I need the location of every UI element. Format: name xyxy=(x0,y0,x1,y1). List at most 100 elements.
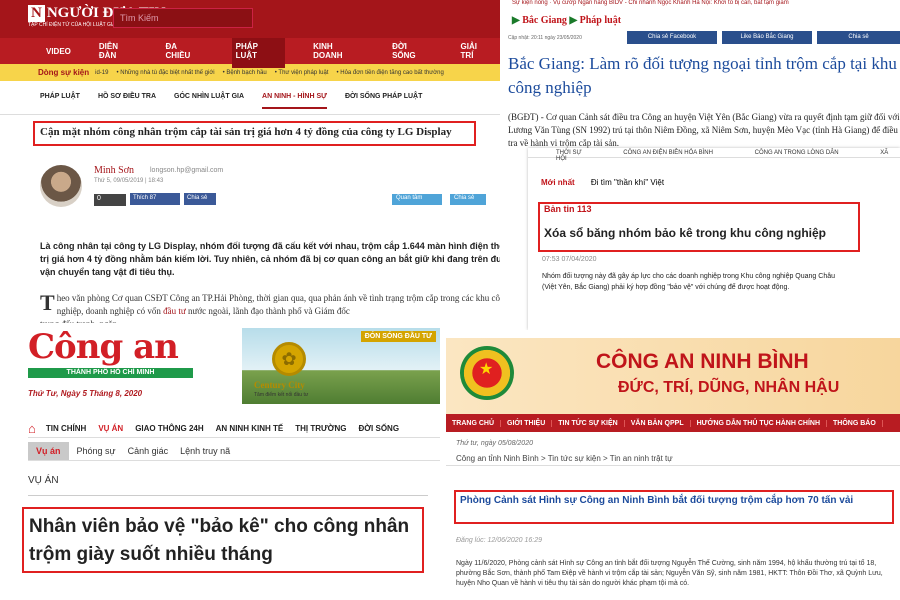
site-logo[interactable]: Công an xyxy=(28,327,179,367)
site-header: N NGƯỜI ĐƯA TIN TẠP CHÍ ĐIỆN TỬ CỦA HỘI LU… xyxy=(0,0,520,38)
facebook-like-button[interactable]: Thích 87 xyxy=(130,193,180,205)
nav-item[interactable]: THÔNG BÁO xyxy=(827,419,883,427)
headline[interactable]: Xóa sổ băng nhóm bảo kê trong khu công n… xyxy=(544,226,854,240)
subnav-item[interactable]: Cảnh giác xyxy=(128,446,169,456)
category-label[interactable]: Bản tin 113 xyxy=(544,204,854,214)
subnav-item[interactable]: Lệnh truy nã xyxy=(180,446,230,456)
subnav-item[interactable]: PHÁP LUẬT xyxy=(40,93,80,114)
main-nav: ⌂ TIN CHÍNH VỤ ÁN GIAO THÔNG 24H AN NINH… xyxy=(28,420,440,438)
ticker[interactable]: Sự kiện nóng · Vụ cướp Ngân hàng BIDV - … xyxy=(500,0,900,8)
bac-giang-panel: Sự kiện nóng · Vụ cướp Ngân hàng BIDV - … xyxy=(500,0,900,330)
card-summary: Nhóm đối tượng này đã gây áp lực cho các… xyxy=(542,273,835,291)
site-header: CÔNG AN NINH BÌNH ĐỨC, TRÍ, DŨNG, NHÂN H… xyxy=(446,338,900,414)
nav-item[interactable]: ĐA CHIỀU xyxy=(165,42,203,60)
nav-item[interactable]: THỊ TRƯỜNG xyxy=(295,424,346,433)
subnav-item[interactable]: GÓC NHÌN LUẬT GIA xyxy=(174,93,244,114)
article-date: Thứ 5, 09/05/2019 | 18:43 xyxy=(94,178,164,184)
nguoi-dua-tin-panel: N NGƯỜI ĐƯA TIN TẠP CHÍ ĐIỆN TỬ CỦA HỘI LU… xyxy=(0,0,520,330)
share-button[interactable]: Chia sẻ xyxy=(450,194,486,205)
drop-cap: T xyxy=(40,290,55,315)
subnav-item[interactable]: Phóng sự xyxy=(77,446,116,456)
article-lead: Là công nhân tại công ty LG Display, nhó… xyxy=(40,241,520,277)
body-link[interactable]: đầu tư xyxy=(163,306,186,316)
subnav-item-active[interactable]: AN NINH - HÌNH SỰ xyxy=(262,93,327,109)
author-avatar xyxy=(40,165,82,207)
nav-item[interactable]: GIỚI THIỆU xyxy=(501,419,553,427)
card-nav-item[interactable]: CÔNG AN ĐIỆN BIÊN HỎA BÌNH xyxy=(623,150,713,156)
main-nav: VIDEO DIỄN ĐÀN ĐA CHIỀU PHÁP LUẬT KINH D… xyxy=(0,34,520,68)
hot-item[interactable]: • Hỏa đơn tiền điện tăng cao bất thường xyxy=(336,70,443,76)
search-input[interactable]: Tìm Kiếm xyxy=(113,8,253,28)
highlighted-headline: Bản tin 113 Xóa sổ băng nhóm bảo kê tron… xyxy=(538,202,860,252)
nav-item[interactable]: AN NINH KINH TẾ xyxy=(216,424,284,433)
tab-latest[interactable]: Mới nhất xyxy=(541,178,575,187)
sub-nav: PHÁP LUẬT HỒ SƠ ĐIỀU TRA GÓC NHÌN LUẬT G… xyxy=(0,81,520,115)
nav-item[interactable]: GIẢI TRÍ xyxy=(461,42,492,60)
cong-an-ninh-binh-panel: CÔNG AN NINH BÌNH ĐỨC, TRÍ, DŨNG, NHÂN H… xyxy=(446,338,900,600)
comment-count[interactable]: 0 xyxy=(94,194,126,206)
nav-item[interactable]: KINH DOANH xyxy=(313,42,364,60)
site-motto: ĐỨC, TRÍ, DŨNG, NHÂN HẬU xyxy=(618,379,840,396)
police-emblem-icon[interactable] xyxy=(460,346,514,400)
site-tagline: THÀNH PHỐ HỒ CHÍ MINH xyxy=(28,368,193,378)
subnav-item-active[interactable]: Vụ án xyxy=(28,442,69,460)
follow-button[interactable]: Quan tâm xyxy=(392,194,442,205)
hot-item[interactable]: • Thư viện pháp luật xyxy=(275,70,329,76)
cong-an-tphcm-panel: Công an THÀNH PHỐ HỒ CHÍ MINH Thứ Tư, Ng… xyxy=(0,323,440,600)
advertisement-banner[interactable]: ĐÓN SÓNG ĐẦU TƯ ✿ Century City Tâm điểm … xyxy=(242,328,440,404)
breadcrumb-item[interactable]: Bắc Giang xyxy=(522,15,567,26)
like-page-button[interactable]: Like Báo Bắc Giang xyxy=(722,31,812,44)
share-facebook-button[interactable]: Chia sẻ Facebook xyxy=(627,31,717,44)
divider xyxy=(28,495,428,496)
author-name[interactable]: Minh Sơn xyxy=(94,165,134,176)
card-tabs: Mới nhất Đi tìm "thần khí" Việt xyxy=(541,178,664,187)
nav-item[interactable]: ĐỜI SỐNG xyxy=(392,42,432,60)
subnav-item[interactable]: ĐỜI SỐNG PHÁP LUẬT xyxy=(345,93,422,114)
ad-slogan: Tâm điểm kết nối đầu tư xyxy=(254,392,309,398)
hot-item[interactable]: id-19 xyxy=(95,70,108,76)
nav-item[interactable]: TIN TỨC SỰ KIỆN xyxy=(552,419,625,427)
current-date: Thứ tư, ngày 05/08/2020 xyxy=(456,440,533,447)
breadcrumb[interactable]: Công an tỉnh Ninh Bình > Tin tức sự kiện… xyxy=(446,448,900,466)
home-icon[interactable]: ⌂ xyxy=(28,421,36,436)
article-title: Nhân viên bảo vệ "bảo kê" cho công nhân … xyxy=(22,507,424,573)
hot-label: Dòng sự kiện xyxy=(38,68,90,77)
nav-item[interactable]: TIN CHÍNH xyxy=(46,424,86,433)
card-date: 07:53 07/04/2020 xyxy=(542,256,597,263)
card-nav-item[interactable]: CÔNG AN TRONG LÒNG DÂN xyxy=(755,150,839,156)
tab-topic[interactable]: Đi tìm "thần khí" Việt xyxy=(591,178,664,187)
flower-icon: ✿ xyxy=(272,342,306,376)
nav-item-active[interactable]: PHÁP LUẬT xyxy=(231,34,286,68)
nav-item[interactable]: DIỄN ĐÀN xyxy=(99,42,138,60)
nav-item[interactable]: HƯỚNG DẪN THỦ TỤC HÀNH CHÍNH xyxy=(691,419,828,427)
hot-item[interactable]: • Những nhà tù đặc biệt nhất thế giới xyxy=(116,70,214,76)
nav-item[interactable]: VĂN BẢN QPPL xyxy=(625,419,691,427)
overlay-article-card: THỜI SỰ CÔNG AN ĐIỆN BIÊN HỎA BÌNH CÔNG … xyxy=(528,148,900,330)
card-nav: THỜI SỰ CÔNG AN ĐIỆN BIÊN HỎA BÌNH CÔNG … xyxy=(528,148,900,162)
author-email: longson.hp@gmail.com xyxy=(150,167,224,174)
update-time: Cập nhật: 20:11 ngày 23/05/2020 xyxy=(508,35,582,41)
article-lead: (BGĐT) - Cơ quan Cảnh sát điều tra Công … xyxy=(508,112,900,148)
article-title: Bắc Giang: Làm rõ đối tượng ngoại tỉnh t… xyxy=(508,54,897,97)
current-date: Thứ Tư, Ngày 5 Tháng 8, 2020 xyxy=(28,389,143,398)
main-nav: TRANG CHỦ GIỚI THIỆU TIN TỨC SỰ KIỆN VĂN… xyxy=(446,414,900,432)
share-button[interactable]: Chia sẻ xyxy=(817,31,900,44)
facebook-share-button[interactable]: Chia sẻ xyxy=(184,193,216,205)
posted-time: Đăng lúc: 12/06/2020 16:29 xyxy=(456,537,543,544)
nav-item[interactable]: TRANG CHỦ xyxy=(446,419,501,427)
nav-item[interactable]: GIAO THÔNG 24H xyxy=(135,424,203,433)
nav-item-active[interactable]: VỤ ÁN xyxy=(98,424,123,433)
sub-nav: Vụ án Phóng sự Cảnh giác Lệnh truy nã xyxy=(28,442,440,461)
site-name: CÔNG AN NINH BÌNH xyxy=(596,350,809,373)
ad-brand: Century City xyxy=(254,380,305,390)
hot-item[interactable]: • Bệnh bạch hầu xyxy=(223,70,267,76)
breadcrumb: ▶ Bắc Giang ▶ Pháp luật xyxy=(512,15,622,26)
section-title: VỤ ÁN xyxy=(28,475,59,486)
nav-item[interactable]: VIDEO xyxy=(46,47,71,56)
subnav-item[interactable]: HỒ SƠ ĐIỀU TRA xyxy=(98,93,156,114)
article-title: Cận mặt nhóm công nhân trộm cắp tài sản … xyxy=(33,121,476,146)
article-title: Phòng Cảnh sát Hình sự Công an Ninh Bình… xyxy=(454,490,894,524)
article-body: Ngày 11/6/2020, Phòng cảnh sát Hình sự C… xyxy=(456,560,883,587)
breadcrumb-item[interactable]: Pháp luật xyxy=(580,15,621,26)
nav-item[interactable]: ĐỜI SỐNG xyxy=(358,424,399,433)
